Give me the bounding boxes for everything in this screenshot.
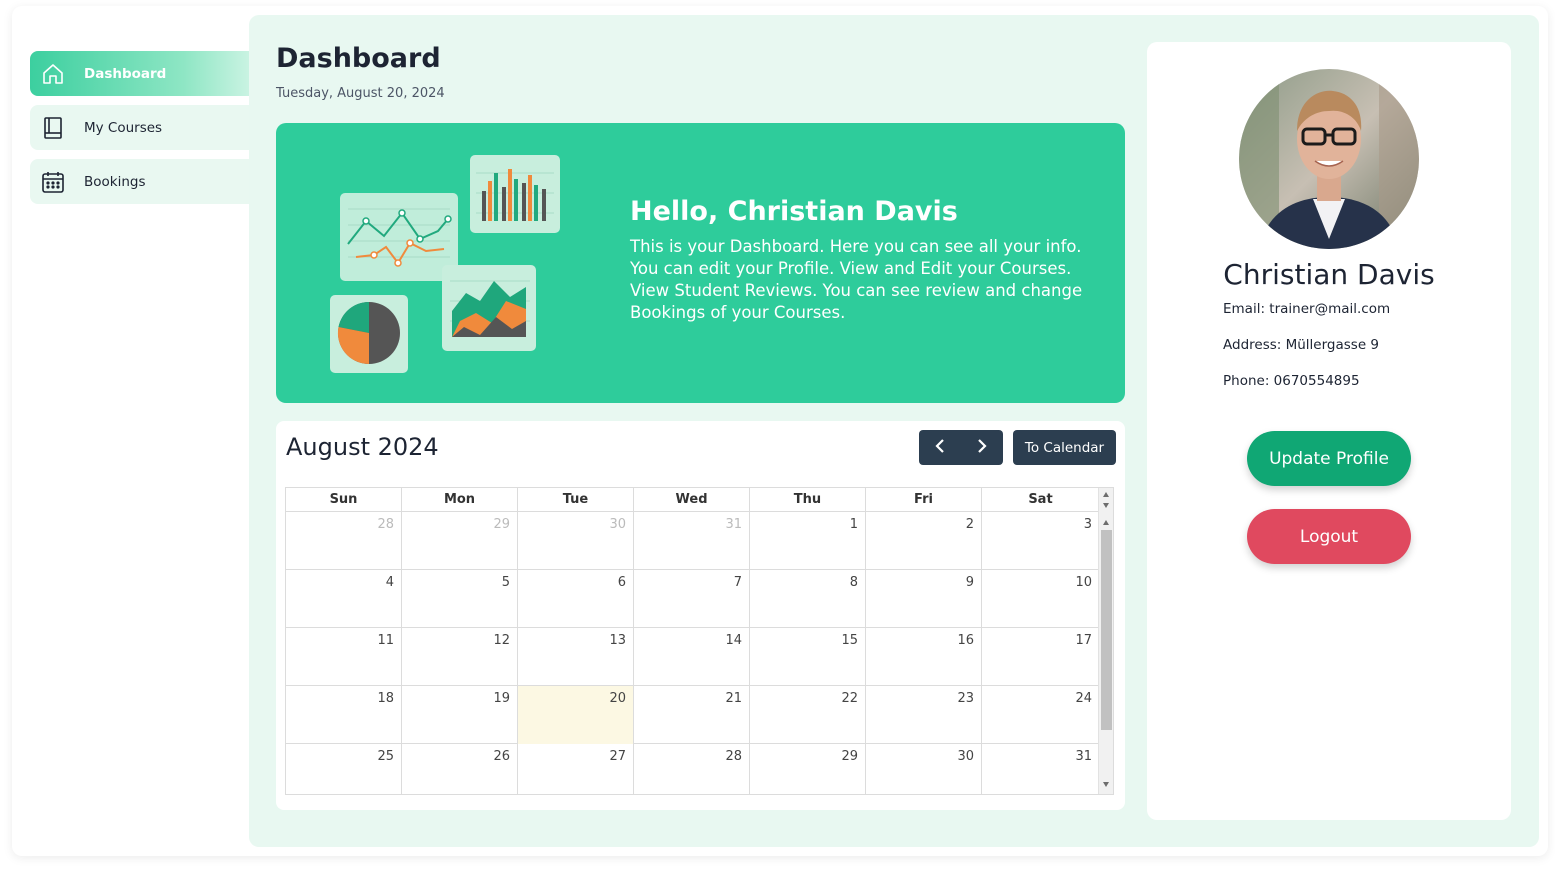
calendar-day[interactable]: 23 [866, 686, 982, 744]
calendar-day[interactable]: 17 [982, 628, 1099, 686]
app-window: Dashboard My Courses Bookings Dashboard … [12, 6, 1548, 856]
calendar-day[interactable]: 28 [286, 512, 402, 570]
calendar-day[interactable]: 24 [982, 686, 1099, 744]
calendar-day[interactable]: 31 [982, 744, 1099, 794]
calendar-day-today[interactable]: 20 [518, 686, 634, 744]
chevron-right-icon [976, 438, 988, 457]
welcome-banner: Hello, Christian Davis This is your Dash… [276, 123, 1125, 403]
calendar-scrollbar[interactable] [1098, 488, 1113, 794]
calendar-day[interactable]: 29 [402, 512, 518, 570]
calendar-grid: Sun Mon Tue Wed Thu Fri Sat 28 29 30 31 1 2 3 4… [285, 487, 1114, 795]
calendar-day[interactable]: 9 [866, 570, 982, 628]
scroll-up-icon[interactable] [1103, 520, 1109, 525]
profile-card: Christian Davis Email: trainer@mail.com … [1147, 42, 1511, 820]
weekday-label: Fri [866, 488, 982, 512]
calendar-day[interactable]: 12 [402, 628, 518, 686]
calendar-week-row: 28 29 30 31 1 2 3 [286, 512, 1099, 570]
calendar-day[interactable]: 4 [286, 570, 402, 628]
calendar-day[interactable]: 30 [518, 512, 634, 570]
analytics-charts-illustration [326, 151, 566, 376]
calendar-widget: August 2024 To Calendar Sun Mon Tue Wed … [276, 421, 1125, 810]
chevron-left-icon [934, 438, 946, 457]
weekday-label: Wed [634, 488, 750, 512]
calendar-week-row: 18 19 20 21 22 23 24 [286, 686, 1099, 744]
profile-photo [1239, 69, 1419, 249]
calendar-day[interactable]: 31 [634, 512, 750, 570]
calendar-day[interactable]: 21 [634, 686, 750, 744]
next-month-button[interactable] [961, 430, 1003, 465]
sidebar-item-label: My Courses [84, 119, 163, 136]
calendar-day[interactable]: 8 [750, 570, 866, 628]
calendar-day[interactable]: 15 [750, 628, 866, 686]
calendar-day[interactable]: 14 [634, 628, 750, 686]
calendar-month-title: August 2024 [286, 433, 439, 461]
logout-button[interactable]: Logout [1247, 509, 1411, 564]
calendar-day[interactable]: 3 [982, 512, 1099, 570]
sidebar: Dashboard My Courses Bookings [30, 51, 249, 213]
calendar-day[interactable]: 18 [286, 686, 402, 744]
page-title: Dashboard [276, 43, 441, 74]
sidebar-item-my-courses[interactable]: My Courses [30, 105, 249, 150]
profile-email: Email: trainer@mail.com [1223, 301, 1391, 317]
calendar-day[interactable]: 7 [634, 570, 750, 628]
main-content: Dashboard Tuesday, August 20, 2024 Hello… [249, 15, 1539, 847]
home-icon [40, 61, 66, 87]
scroll-down-icon[interactable] [1103, 782, 1109, 787]
update-profile-button[interactable]: Update Profile [1247, 431, 1411, 486]
scroll-down-icon[interactable] [1103, 503, 1109, 508]
sidebar-item-label: Dashboard [84, 65, 167, 82]
calendar-day[interactable]: 2 [866, 512, 982, 570]
profile-name: Christian Davis [1223, 258, 1435, 291]
to-calendar-button[interactable]: To Calendar [1013, 430, 1116, 465]
scroll-up-icon[interactable] [1103, 492, 1109, 497]
calendar-week-row: 4 5 6 7 8 9 10 [286, 570, 1099, 628]
calendar-day[interactable]: 29 [750, 744, 866, 794]
calendar-week-row: 25 26 27 28 29 30 31 [286, 744, 1099, 794]
calendar-nav-group [919, 430, 1003, 465]
calendar-day[interactable]: 1 [750, 512, 866, 570]
calendar-day[interactable]: 11 [286, 628, 402, 686]
calendar-day[interactable]: 26 [402, 744, 518, 794]
calendar-day[interactable]: 28 [634, 744, 750, 794]
prev-month-button[interactable] [919, 430, 961, 465]
calendar-days: 28 29 30 31 1 2 3 4 5 6 7 8 9 10 11 12 13 14 15 16 17 18 19 20 2… [286, 512, 1099, 794]
profile-phone: Phone: 0670554895 [1223, 373, 1360, 389]
calendar-day[interactable]: 13 [518, 628, 634, 686]
calendar-day[interactable]: 16 [866, 628, 982, 686]
welcome-title: Hello, Christian Davis [630, 196, 958, 227]
calendar-day[interactable]: 22 [750, 686, 866, 744]
current-date: Tuesday, August 20, 2024 [276, 86, 445, 101]
profile-address: Address: Müllergasse 9 [1223, 337, 1380, 353]
weekday-label: Thu [750, 488, 866, 512]
calendar-day[interactable]: 6 [518, 570, 634, 628]
calendar-day[interactable]: 27 [518, 744, 634, 794]
weekday-label: Sun [286, 488, 402, 512]
sidebar-item-label: Bookings [84, 173, 146, 190]
calendar-day[interactable]: 10 [982, 570, 1099, 628]
calendar-day[interactable]: 19 [402, 686, 518, 744]
welcome-text: This is your Dashboard. Here you can see… [630, 237, 1083, 322]
calendar-day[interactable]: 25 [286, 744, 402, 794]
weekday-label: Tue [518, 488, 634, 512]
weekday-label: Mon [402, 488, 518, 512]
weekday-header: Sun Mon Tue Wed Thu Fri Sat [286, 488, 1099, 512]
scrollbar-thumb[interactable] [1101, 530, 1112, 730]
calendar-day[interactable]: 30 [866, 744, 982, 794]
sidebar-item-dashboard[interactable]: Dashboard [30, 51, 249, 96]
calendar-day[interactable]: 5 [402, 570, 518, 628]
book-icon [40, 115, 66, 141]
weekday-label: Sat [1028, 492, 1053, 507]
sidebar-item-bookings[interactable]: Bookings [30, 159, 249, 204]
calendar-week-row: 11 12 13 14 15 16 17 [286, 628, 1099, 686]
calendar-icon [40, 169, 66, 195]
